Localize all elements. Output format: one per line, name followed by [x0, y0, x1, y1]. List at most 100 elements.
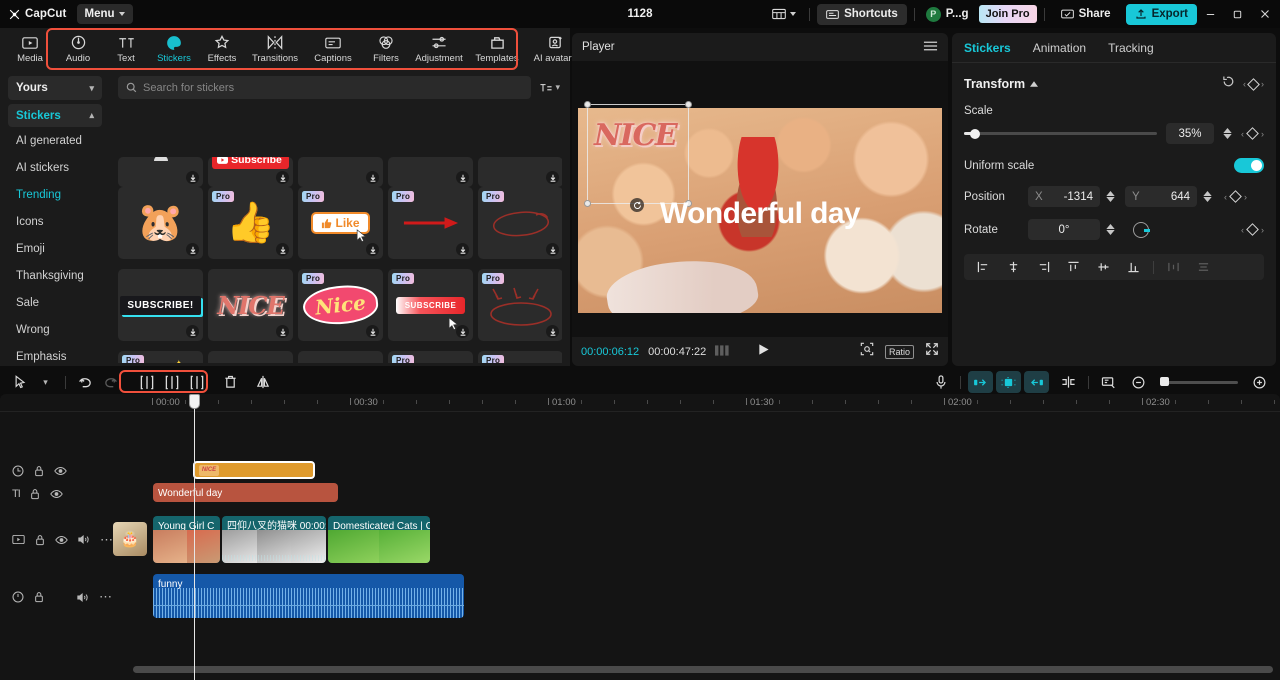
playhead[interactable] [189, 394, 200, 680]
close-button[interactable] [1251, 0, 1278, 28]
zoom-slider[interactable] [1160, 377, 1238, 386]
search-input[interactable] [143, 81, 524, 94]
download-icon[interactable] [186, 171, 199, 184]
tab-transitions[interactable]: Transitions [246, 29, 304, 69]
video-caption-overlay[interactable]: Wonderful day [572, 197, 948, 231]
tab-stickers[interactable]: Stickers [150, 29, 198, 69]
download-icon[interactable] [546, 243, 559, 256]
download-icon[interactable] [366, 171, 379, 184]
auto-cut-button[interactable] [996, 371, 1021, 393]
sticker-cell-heart-count[interactable]: Pro 717 [478, 351, 562, 363]
download-icon[interactable] [276, 243, 289, 256]
download-icon[interactable] [186, 325, 199, 338]
tab-filters[interactable]: Filters [362, 29, 410, 69]
tab-captions[interactable]: Captions [304, 29, 362, 69]
sticker-cell[interactable] [298, 157, 383, 187]
scale-slider[interactable] [964, 128, 1157, 139]
menu-button[interactable]: Menu [76, 4, 133, 24]
timeline-clip-audio[interactable]: funny [153, 574, 464, 618]
sticker-cell-thumbs-up-blue[interactable]: Pro 👍 [208, 187, 293, 259]
split-marker-button[interactable] [1056, 371, 1081, 393]
record-voiceover-button[interactable] [928, 371, 953, 393]
keyframe-next-button[interactable] [1024, 371, 1049, 393]
tab-animation[interactable]: Animation [1033, 41, 1086, 55]
zoom-slider-knob[interactable] [1160, 377, 1169, 386]
visibility-icon[interactable] [55, 535, 68, 545]
timeline-clip-video[interactable]: Young Girl C [153, 516, 220, 563]
scale-keyframe-nav[interactable]: ‹ › [1241, 127, 1264, 140]
tool-dropdown-button[interactable]: ▾ [33, 371, 58, 393]
share-button[interactable]: Share [1052, 4, 1120, 25]
sort-filter-button[interactable]: ▾ [537, 82, 562, 94]
rotate-stepper[interactable] [1106, 224, 1115, 235]
reset-button[interactable] [1222, 75, 1235, 93]
keyframe-next-icon[interactable]: › [1261, 129, 1264, 139]
trim-right-button[interactable] [184, 371, 209, 393]
keyframe-diamond-icon[interactable] [1229, 190, 1242, 203]
sidebar-item-ai-generated[interactable]: AI generated [0, 127, 110, 154]
scale-slider-knob[interactable] [969, 128, 980, 139]
player-stage[interactable]: NICE Wonderful day [572, 61, 948, 337]
download-icon[interactable] [456, 171, 469, 184]
sticker-cell-amazing[interactable]: AMAZING [208, 351, 293, 363]
download-icon[interactable] [546, 325, 559, 338]
sidebar-item-emoji[interactable]: Emoji [0, 235, 110, 262]
mute-icon[interactable] [78, 534, 90, 545]
position-x-field[interactable]: X -1314 [1028, 186, 1100, 207]
align-left-icon[interactable] [969, 256, 998, 278]
delete-button[interactable] [218, 371, 243, 393]
tab-adjustment[interactable]: Adjustment [410, 29, 468, 69]
fullscreen-button[interactable] [925, 342, 939, 361]
select-tool-button[interactable] [8, 371, 33, 393]
player-menu-button[interactable] [923, 40, 938, 55]
uniform-scale-toggle[interactable] [1234, 158, 1264, 173]
tab-stickers-inspector[interactable]: Stickers [964, 41, 1011, 55]
sidebar-item-trending[interactable]: Trending [0, 181, 110, 208]
timeline-clip-sticker[interactable]: NICE [193, 461, 315, 479]
selection-box[interactable] [584, 101, 692, 207]
lock-icon[interactable] [35, 534, 45, 546]
search-box[interactable] [118, 76, 532, 99]
sticker-cell-nice-pale[interactable]: NICE [208, 269, 293, 341]
download-icon[interactable] [366, 325, 379, 338]
zoom-out-button[interactable] [1126, 371, 1151, 393]
sticker-cell-subscribe-black[interactable]: SUBSCRIBE! [118, 269, 203, 341]
track-source-thumbnail[interactable]: 🎂 [113, 522, 147, 556]
tab-templates[interactable]: Templates [468, 29, 526, 69]
scale-stepper[interactable] [1223, 128, 1232, 139]
library-source-select[interactable]: Yours ▾ [8, 76, 102, 100]
download-icon[interactable] [456, 325, 469, 338]
split-button[interactable] [134, 371, 159, 393]
position-keyframe-nav[interactable]: ‹ › [1224, 190, 1247, 203]
keyframe-next-icon[interactable]: › [1261, 79, 1264, 89]
sticker-cell-nice-pink[interactable]: Pro Nice [298, 269, 383, 341]
sticker-cell-thumbs-up-white[interactable]: Pro 👍 ✦ [118, 351, 203, 363]
keyframe-prev-icon[interactable]: ‹ [1241, 129, 1244, 139]
account-button[interactable]: P P...g [922, 6, 973, 22]
sidebar-item-ai-stickers[interactable]: AI stickers [0, 154, 110, 181]
sticker-cell[interactable] [388, 157, 473, 187]
keyframe-diamond-icon[interactable] [1246, 127, 1259, 140]
download-icon[interactable] [186, 243, 199, 256]
keyframe-prev-icon[interactable]: ‹ [1224, 192, 1227, 202]
sidebar-item-wrong[interactable]: Wrong [0, 316, 110, 343]
visibility-icon[interactable] [50, 489, 63, 499]
tab-effects[interactable]: Effects [198, 29, 246, 69]
sticker-cell[interactable]: Subscribe [208, 157, 293, 187]
align-center-horizontal-icon[interactable] [999, 256, 1028, 278]
sticker-cell-ellipse-arrows[interactable]: Pro [478, 269, 562, 341]
export-button[interactable]: Export [1125, 3, 1197, 25]
align-right-icon[interactable] [1029, 256, 1058, 278]
play-button[interactable] [757, 343, 770, 361]
sticker-cell[interactable] [478, 157, 562, 187]
align-center-vertical-icon[interactable] [1089, 256, 1118, 278]
resize-handle-tl[interactable] [584, 101, 591, 108]
download-icon[interactable] [546, 171, 559, 184]
tab-media[interactable]: Media [6, 29, 54, 69]
shortcuts-button[interactable]: Shortcuts [817, 3, 907, 25]
distribute-horizontal-icon[interactable] [1159, 256, 1188, 278]
sidebar-item-icons[interactable]: Icons [0, 208, 110, 235]
keyframe-nav[interactable]: ‹ › [1243, 77, 1264, 91]
section-title-row[interactable]: Transform [964, 77, 1039, 91]
timeline-horizontal-scrollbar[interactable] [133, 666, 1273, 673]
